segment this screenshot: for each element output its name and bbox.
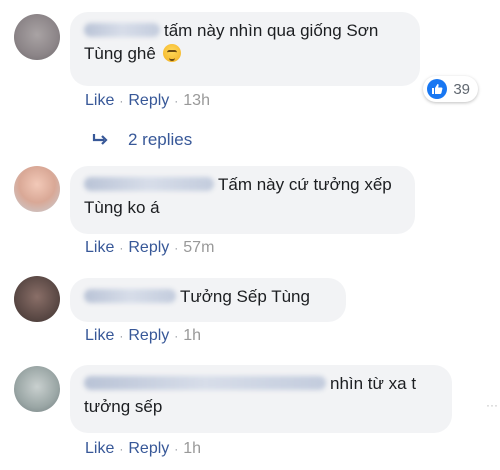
reply-arrow-icon bbox=[92, 133, 110, 147]
reply-link[interactable]: Reply bbox=[128, 239, 169, 256]
more-options-icon[interactable]: ··· bbox=[486, 398, 498, 412]
comment-actions: Like · Reply · 1h bbox=[85, 439, 201, 459]
timestamp[interactable]: 1h bbox=[183, 440, 201, 457]
avatar[interactable] bbox=[14, 276, 60, 322]
comment-actions: Like · Reply · 57m bbox=[85, 238, 214, 258]
like-link[interactable]: Like bbox=[85, 327, 114, 344]
separator-dot: · bbox=[174, 241, 179, 255]
separator-dot: · bbox=[119, 329, 124, 343]
comment-bubble: Tưởng Sếp Tùng bbox=[70, 278, 346, 322]
separator-dot: · bbox=[174, 442, 179, 456]
like-link[interactable]: Like bbox=[85, 239, 114, 256]
timestamp[interactable]: 13h bbox=[183, 92, 210, 109]
author-name-blurred[interactable] bbox=[84, 23, 160, 37]
avatar[interactable] bbox=[14, 166, 60, 212]
comment-text-line2: tưởng sếp bbox=[84, 397, 163, 416]
comment-text-line2: Tùng ghê bbox=[84, 44, 156, 63]
separator-dot: · bbox=[119, 442, 124, 456]
comment-bubble: nhìn từ xa t tưởng sếp bbox=[70, 365, 452, 433]
like-link[interactable]: Like bbox=[85, 440, 114, 457]
separator-dot: · bbox=[174, 94, 179, 108]
replies-count[interactable]: 2 replies bbox=[128, 130, 192, 150]
reply-link[interactable]: Reply bbox=[128, 92, 169, 109]
separator-dot: · bbox=[119, 241, 124, 255]
comment-bubble: Tấm này cứ tưởng xếp Tùng ko á bbox=[70, 166, 415, 234]
comment-text: Tưởng Sếp Tùng bbox=[180, 287, 310, 306]
like-link[interactable]: Like bbox=[85, 92, 114, 109]
like-thumb-icon bbox=[427, 79, 448, 99]
tired-face-emoji-icon bbox=[162, 44, 181, 62]
comment-text: tấm này nhìn qua giống Sơn bbox=[164, 21, 379, 40]
view-replies-link[interactable]: 2 replies bbox=[92, 130, 192, 150]
reply-link[interactable]: Reply bbox=[128, 440, 169, 457]
comment-bubble: tấm này nhìn qua giống Sơn Tùng ghê bbox=[70, 12, 420, 86]
comment-text-line2: Tùng ko á bbox=[84, 198, 160, 217]
author-name-blurred[interactable] bbox=[84, 289, 176, 303]
author-name-blurred[interactable] bbox=[84, 177, 214, 191]
separator-dot: · bbox=[119, 94, 124, 108]
comment-text: Tấm này cứ tưởng xếp bbox=[218, 175, 392, 194]
reply-link[interactable]: Reply bbox=[128, 327, 169, 344]
timestamp[interactable]: 1h bbox=[183, 327, 201, 344]
reaction-summary[interactable]: 39 bbox=[423, 76, 478, 102]
separator-dot: · bbox=[174, 329, 179, 343]
avatar[interactable] bbox=[14, 366, 60, 412]
author-name-blurred[interactable] bbox=[84, 376, 326, 390]
reaction-count: 39 bbox=[453, 80, 470, 98]
avatar[interactable] bbox=[14, 14, 60, 60]
timestamp[interactable]: 57m bbox=[183, 239, 214, 256]
comment-text: nhìn từ xa t bbox=[330, 374, 417, 393]
comment-actions: Like · Reply · 13h bbox=[85, 91, 210, 111]
comment-actions: Like · Reply · 1h bbox=[85, 326, 201, 346]
